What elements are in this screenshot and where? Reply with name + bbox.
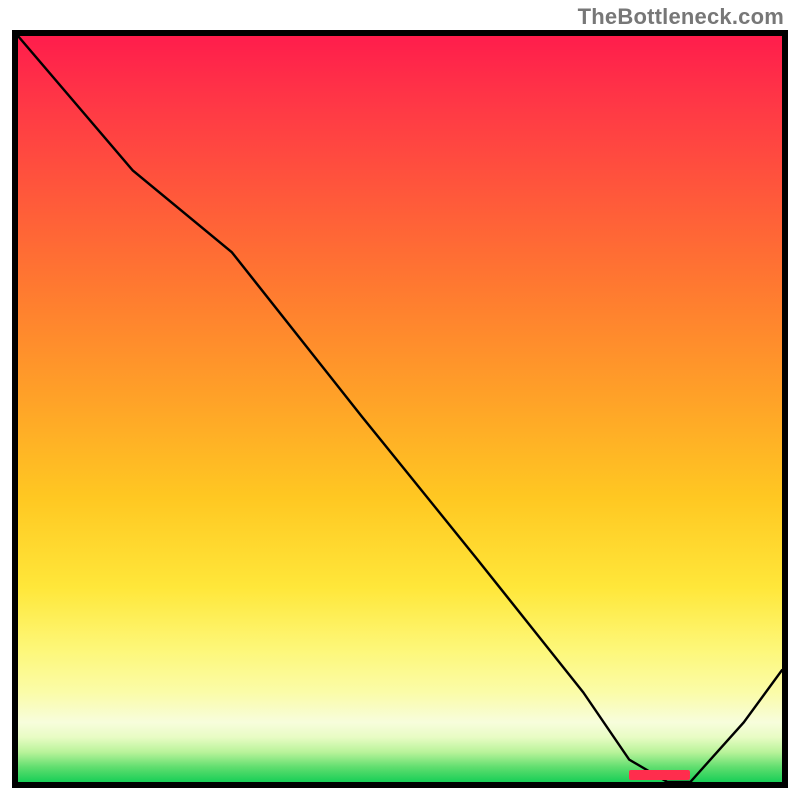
optimum-marker bbox=[629, 770, 690, 780]
curve-path bbox=[18, 36, 782, 782]
chart-container: TheBottleneck.com bbox=[0, 0, 800, 800]
attribution-label: TheBottleneck.com bbox=[578, 4, 784, 30]
bottleneck-curve bbox=[18, 36, 782, 782]
plot-frame bbox=[12, 30, 788, 788]
